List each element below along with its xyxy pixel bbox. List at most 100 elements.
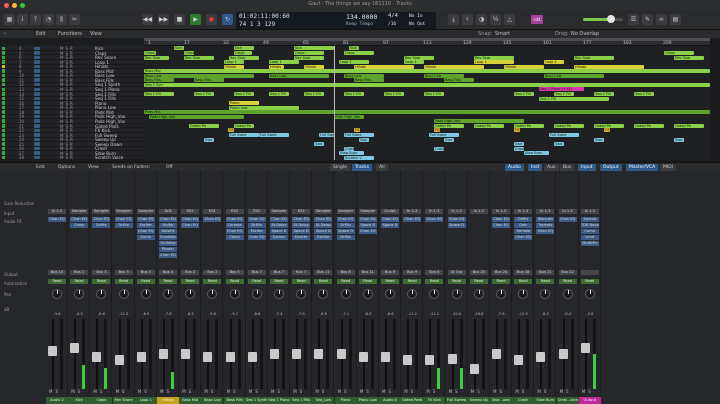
channel-name[interactable]: Rev Snare — [112, 397, 135, 404]
mute-solo-buttons[interactable]: MS — [471, 389, 487, 394]
region[interactable]: Swe — [204, 137, 214, 142]
region[interactable]: Bass Fills — [444, 78, 474, 83]
audio-fx-plugin-slot[interactable]: Comp — [136, 235, 155, 240]
info-icon[interactable]: i — [17, 14, 28, 25]
volume-fader-handle[interactable] — [425, 355, 435, 365]
pan-knob[interactable] — [229, 289, 240, 299]
input-slot[interactable]: In 1-2 — [403, 209, 422, 214]
list-editors-icon[interactable]: ☰ — [628, 14, 639, 25]
audio-fx-plugin-slot[interactable]: Chan EQ — [270, 217, 288, 222]
automation-mode-button[interactable]: Read — [181, 279, 200, 284]
master-volume-knob[interactable] — [607, 15, 615, 23]
region[interactable]: Gated Pa — [514, 123, 544, 128]
audio-fx-plugin-slot[interactable]: Comp — [580, 229, 599, 234]
input-slot[interactable]: In 1-2 — [48, 209, 66, 214]
volume-fader-handle[interactable] — [159, 349, 168, 359]
output-slot[interactable]: Bus 11 — [314, 270, 333, 275]
volume-fader-track[interactable] — [203, 319, 213, 389]
rewind-button[interactable]: ◀◀ — [142, 14, 153, 25]
output-slot[interactable]: Bus 20 — [469, 270, 488, 275]
region[interactable]: Claps — [294, 50, 324, 55]
track-name[interactable]: Scratch Voice — [95, 155, 123, 160]
volume-fader-track[interactable] — [92, 319, 102, 389]
channel-name[interactable]: Bass Mid — [179, 397, 202, 404]
region[interactable]: Crash — [514, 146, 524, 151]
input-slot[interactable]: In 1-2 — [425, 209, 444, 214]
audio-fx-plugin-slot[interactable]: Tremolo — [536, 223, 555, 228]
pan-knob[interactable] — [429, 289, 440, 299]
audio-fx-plugin-slot[interactable]: Chan EQ — [492, 223, 510, 228]
mute-solo-buttons[interactable]: MS — [49, 389, 65, 394]
region[interactable]: Pads High_Vox — [334, 114, 364, 119]
pan-knob[interactable] — [140, 289, 151, 299]
automation-mode-button[interactable]: Read — [48, 279, 66, 284]
channel-name[interactable]: Seq 1 Fills — [290, 397, 313, 404]
region[interactable]: Hihats — [504, 64, 544, 69]
metronome-icon[interactable]: △ — [504, 14, 515, 25]
pan-knob[interactable] — [518, 289, 529, 299]
playhead[interactable] — [334, 46, 335, 160]
region[interactable]: Loop 1 — [269, 60, 299, 65]
scissors-icon[interactable]: ✂ — [69, 14, 80, 25]
volume-fader-handle[interactable] — [247, 352, 257, 362]
region[interactable]: Seq 1 Fill — [554, 92, 574, 96]
automation-mode-button[interactable]: Read — [247, 279, 266, 284]
audio-fx-plugin-slot[interactable]: Chan EQ — [425, 217, 444, 222]
region[interactable]: Bass Fills — [354, 78, 384, 83]
audio-fx-plugin-slot[interactable]: St-Delay — [292, 223, 311, 228]
region[interactable]: Kick — [294, 46, 334, 51]
input-slot[interactable]: ES2 — [247, 209, 266, 214]
region[interactable]: Loop 1 — [474, 60, 514, 65]
audio-fx-plugin-slot[interactable]: Chan EQ — [336, 217, 355, 222]
mixer-filter-midi[interactable]: MIDI — [660, 164, 677, 171]
audio-fx-plugin-slot[interactable]: Space D — [358, 223, 377, 228]
output-slot[interactable]: Bus 2 — [181, 270, 200, 275]
volume-fader-track[interactable] — [48, 319, 57, 389]
input-slot[interactable]: In 1-2 — [536, 209, 555, 214]
audio-fx-plugin-slot[interactable]: Exciter — [136, 223, 155, 228]
region[interactable]: FX — [604, 128, 610, 133]
channel-name[interactable]: Swe...own — [490, 397, 512, 404]
input-slot[interactable]: Sampler — [114, 209, 133, 214]
tracks-functions-menu[interactable]: Functions — [58, 31, 82, 37]
output-slot[interactable]: Bus 7 — [270, 270, 288, 275]
automation-mode-button[interactable]: Read — [314, 279, 333, 284]
volume-fader-handle[interactable] — [270, 349, 279, 359]
automation-mode-button[interactable]: Read — [225, 279, 244, 284]
mute-solo-buttons[interactable]: MS — [71, 389, 87, 394]
region[interactable]: Hihats — [304, 64, 324, 69]
time-signature[interactable]: 4/4 — [388, 13, 398, 19]
volume-fader-handle[interactable] — [225, 352, 235, 362]
region[interactable]: FX — [228, 128, 234, 133]
tracks-view-menu[interactable]: View — [90, 31, 102, 37]
region[interactable]: Slow Burn — [524, 151, 549, 156]
audio-fx-plugin-slot[interactable]: Chan EQ — [358, 217, 377, 222]
automation-mode-button[interactable]: Read — [492, 279, 510, 284]
tempo-mode[interactable]: Keep Tempo — [346, 22, 373, 27]
input-slot[interactable]: In 1-2 — [492, 209, 510, 214]
input-slot[interactable]: Sculpt — [381, 209, 399, 214]
volume-fader-handle[interactable] — [492, 349, 501, 359]
audio-fx-plugin-slot[interactable]: DrMix — [92, 223, 111, 228]
automation-mode-button[interactable]: Read — [336, 279, 355, 284]
input-slot[interactable]: Sampler — [358, 209, 377, 214]
region[interactable]: Rev Snar — [674, 55, 704, 60]
stop-button[interactable]: ■ — [174, 14, 185, 25]
volume-fader-track[interactable] — [314, 319, 324, 389]
volume-fader-handle[interactable] — [292, 349, 302, 359]
automation-mode-button[interactable]: Read — [381, 279, 399, 284]
automation-mode-button[interactable]: Read — [136, 279, 155, 284]
pan-knob[interactable] — [473, 289, 484, 299]
library-icon[interactable]: ▦ — [4, 14, 15, 25]
region[interactable]: Loop 1 — [339, 60, 369, 65]
region[interactable]: Seq 1 Fill — [144, 92, 174, 96]
mute-solo-buttons[interactable]: MS — [537, 389, 553, 394]
output-slot[interactable]: Bus 22 — [558, 270, 577, 275]
output-slot[interactable]: Bus 21 — [536, 270, 555, 275]
pan-knob[interactable] — [340, 289, 351, 299]
region[interactable]: Pads Mid — [144, 110, 710, 115]
audio-fx-plugin-slot[interactable]: Phaser — [159, 247, 177, 252]
region[interactable]: Pads High_Vox — [149, 114, 244, 119]
region[interactable]: Swe — [554, 142, 564, 147]
volume-fader-handle[interactable] — [381, 352, 390, 362]
